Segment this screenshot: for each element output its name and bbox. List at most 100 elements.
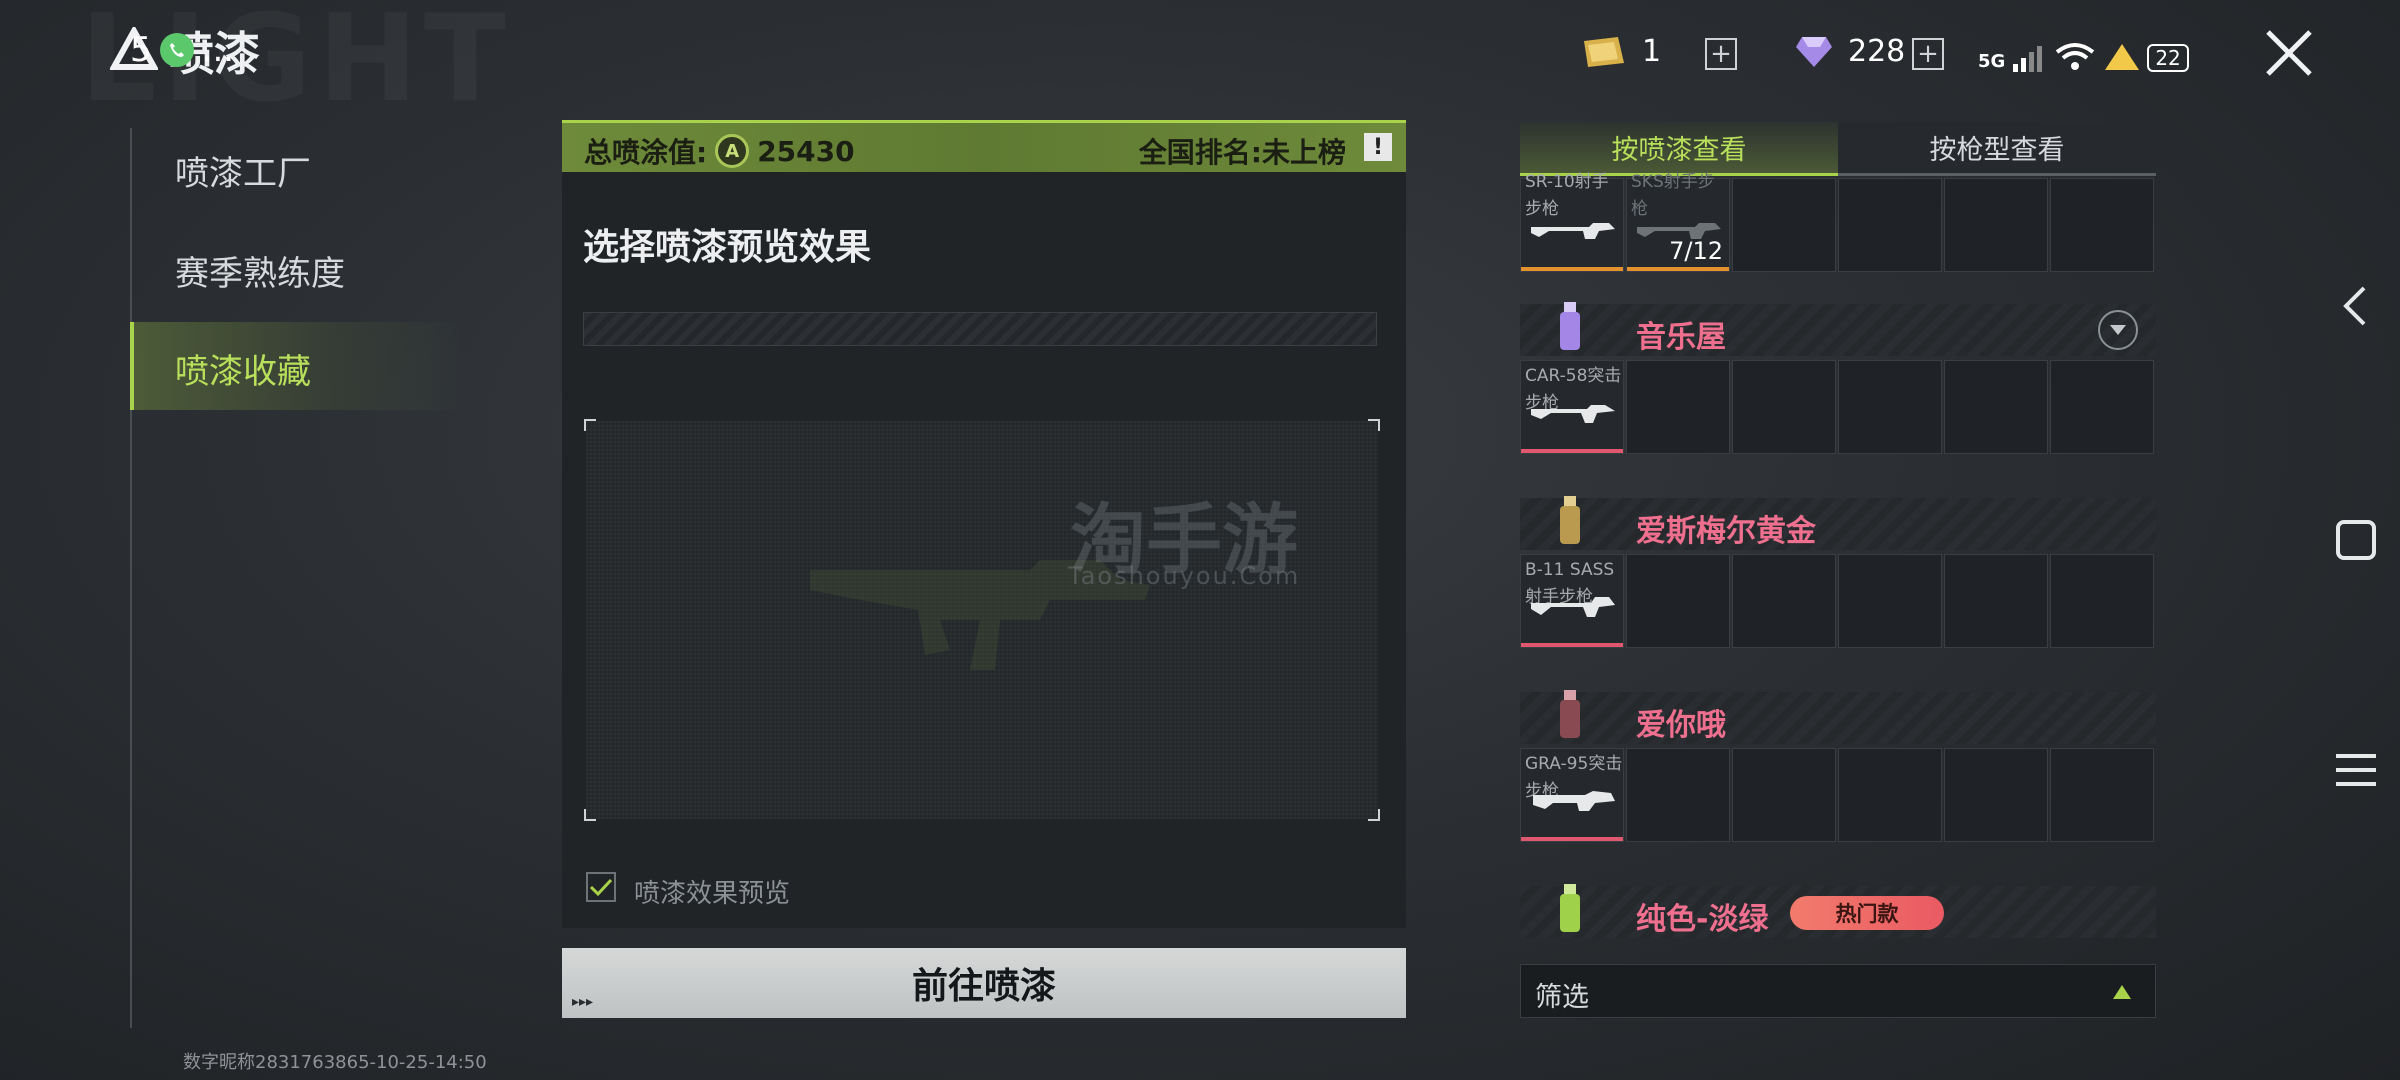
weapon-row: SR-10射手步枪 SKS射手步枪 7/12 [1520,172,2156,272]
preview-checkbox-label[interactable]: 喷漆效果预览 [634,873,790,910]
rifle-icon [1531,223,1615,239]
player-id-footer: 数字昵称2831763865-10-25-14:50 [183,1052,487,1073]
preview-corner [584,809,596,821]
rarity-bar [1521,643,1623,647]
rarity-bar [1521,837,1623,841]
go-spray-label: 前往喷漆 [911,966,1056,1007]
currency-diamond: 228 [1794,34,1905,69]
system-status-bar: 5G 22 [1978,38,2189,72]
collection-header[interactable]: 纯色-淡绿 热门款 [1520,884,2156,938]
weapon-row: B-11 SASS射手步枪 [1520,554,2156,648]
spray-can-purple-icon [1560,302,1580,350]
warning-bell-icon [2105,44,2140,70]
signal-icon [2013,46,2043,72]
weapon-cell[interactable]: CAR-58突击步枪 [1520,360,1624,454]
preview-corner [1368,809,1380,821]
preview-checkbox[interactable] [586,872,616,902]
weapon-row: CAR-58突击步枪 [1520,360,2156,454]
spray-can-gold-icon [1560,496,1580,544]
empty-cell [1838,178,1942,272]
gold-bar-icon [1584,36,1624,67]
collection-header[interactable]: 爱你哦 [1520,690,2156,744]
status-dots: ... [201,30,235,70]
empty-cell [2050,748,2154,842]
chevron-down-icon[interactable] [2098,310,2138,350]
empty-cell [1732,178,1836,272]
add-diamond-button[interactable]: + [1912,38,1944,70]
nav-divider [130,128,132,1028]
empty-cell [1626,748,1730,842]
triangle-up-icon [2113,985,2131,999]
weapon-cell[interactable]: SR-10射手步枪 [1520,172,1624,272]
add-gold-button[interactable]: + [1705,38,1737,70]
nav-item-spray-collection[interactable]: 喷漆收藏 [130,322,464,410]
spray-coin-icon: A [715,134,750,168]
go-arrows-icon: ▸▸▸ [572,994,594,1010]
empty-cell [1732,360,1836,454]
empty-cell [1732,748,1836,842]
total-spray-value: 总喷涂值: A 25430 [584,131,855,171]
empty-cell [1626,360,1730,454]
section-title: 选择喷漆预览效果 [583,227,872,268]
collection-header[interactable]: 音乐屋 [1520,302,2156,356]
collection-name: 爱斯梅尔黄金 [1636,514,1816,549]
close-icon[interactable] [2258,22,2320,84]
weapon-cell[interactable]: SKS射手步枪 7/12 [1626,172,1730,272]
rarity-bar [1521,267,1623,271]
go-spray-button[interactable]: 前往喷漆 ▸▸▸ [562,948,1406,1018]
collection-name: 音乐屋 [1636,320,1726,355]
diamond-icon [1796,36,1832,67]
total-spray-number: 25430 [757,134,855,168]
checkmark-icon [589,878,613,897]
empty-cell [2050,178,2154,272]
rarity-bar [1521,449,1623,453]
view-tabs: 按喷漆查看 按枪型查看 [1520,122,2156,176]
empty-cell [1838,554,1942,648]
tab-by-spray[interactable]: 按喷漆查看 [1520,122,1838,176]
rarity-bar [1627,267,1729,271]
filter-label: 筛选 [1535,982,1589,1013]
collection-name: 爱你哦 [1636,708,1726,743]
status-overlay-number: 5 [130,30,152,70]
empty-cell [2050,554,2154,648]
wifi-icon [2056,43,2095,70]
unlock-count: 7/12 [1669,237,1723,265]
weapon-cell[interactable]: B-11 SASS射手步枪 [1520,554,1624,648]
weapon-label: SR-10射手步枪 [1525,172,1609,219]
filter-dropdown[interactable]: 筛选 [1520,964,2156,1018]
nav-item-label: 喷漆收藏 [175,352,311,392]
rifle-icon [1531,597,1615,617]
weapon-label: SKS射手步枪 [1631,172,1715,219]
rifle-icon [1533,791,1615,811]
empty-cell [1732,554,1836,648]
empty-cell [1944,554,2048,648]
hot-badge: 热门款 [1790,896,1944,930]
national-rank: 全国排名:未上榜 [1138,136,1346,169]
currency-diamond-value: 228 [1848,34,1906,69]
empty-cell [1838,360,1942,454]
empty-cell [2050,360,2154,454]
empty-cell [1626,554,1730,648]
empty-cell [1838,748,1942,842]
weapon-row: GRA-95突击步枪 [1520,748,2156,842]
empty-cell [1944,178,2048,272]
home-square-icon[interactable] [2330,514,2382,566]
tab-by-weapon[interactable]: 按枪型查看 [1838,122,2156,176]
rank-info-icon[interactable]: ! [1364,133,1392,161]
currency-gold: 1 [1578,34,1661,69]
nav-item-spray-factory[interactable]: 喷漆工厂 [175,146,311,195]
phone-call-icon [159,33,194,67]
rifle-icon [1531,405,1615,423]
nav-item-season-mastery[interactable]: 赛季熟练度 [175,246,345,295]
collection-header[interactable]: 爱斯梅尔黄金 [1520,496,2156,550]
watermark-subtext: Taoshouyou.Com [1068,562,1301,590]
collection-name: 纯色-淡绿 [1636,902,1769,937]
empty-cell [1944,360,2048,454]
panel-header: 总喷涂值: A 25430 全国排名:未上榜 ! [562,120,1406,172]
menu-icon[interactable] [2330,744,2382,796]
weapon-cell[interactable]: GRA-95突击步枪 [1520,748,1624,842]
currency-gold-value: 1 [1642,34,1662,69]
spray-can-green-icon [1560,884,1580,932]
back-arrow-icon[interactable] [2330,280,2382,332]
network-label: 5G [1978,51,2006,72]
